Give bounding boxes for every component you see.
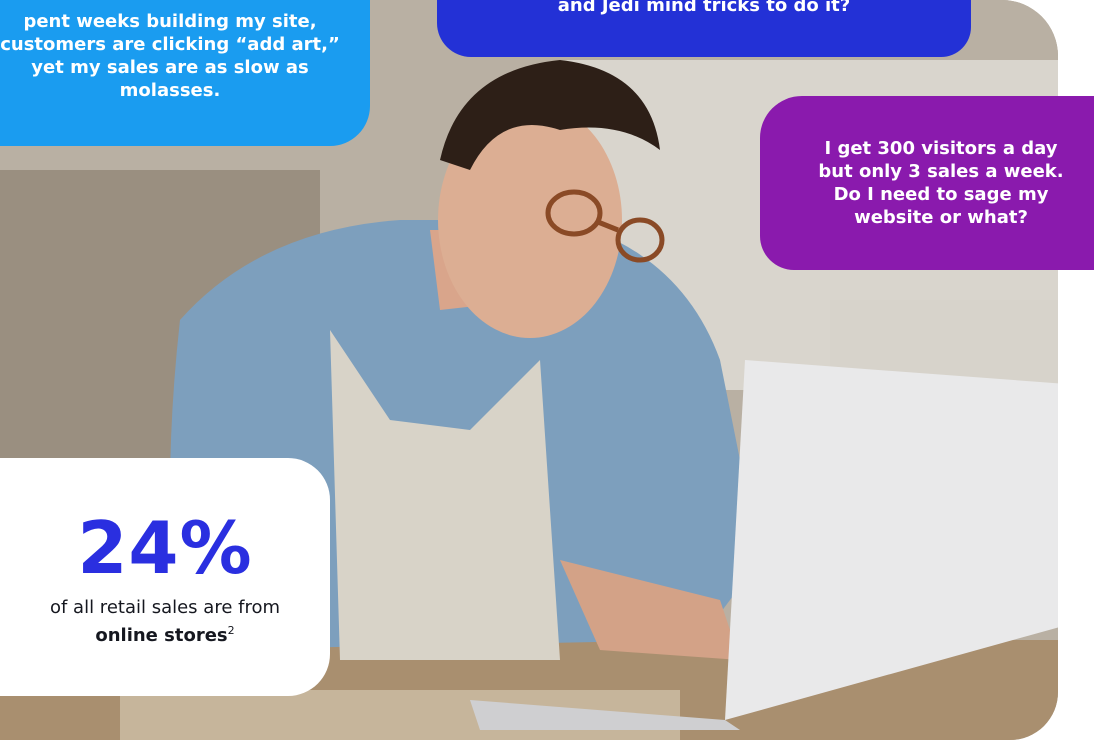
quote-bubble-right: I get 300 visitors a day but only 3 sale…: [760, 96, 1094, 270]
quote-bubble-left: pent weeks building my site, customers a…: [0, 0, 370, 146]
quote-text: I get 300 visitors a day but only 3 sale…: [818, 138, 1064, 228]
footnote-marker: 2: [227, 624, 235, 637]
quote-text: and Jedi mind tricks to do it?: [557, 0, 851, 16]
stat-card: 24% of all retail sales are from online …: [0, 458, 330, 696]
quote-bubble-top: and Jedi mind tricks to do it?: [437, 0, 971, 57]
stat-value: 24%: [77, 506, 253, 590]
quote-text: pent weeks building my site, customers a…: [0, 11, 340, 101]
stat-description-text: of all retail sales are from: [49, 597, 281, 618]
stat-emphasis: online stores: [95, 625, 228, 646]
stat-description: of all retail sales are from online stor…: [0, 596, 330, 647]
